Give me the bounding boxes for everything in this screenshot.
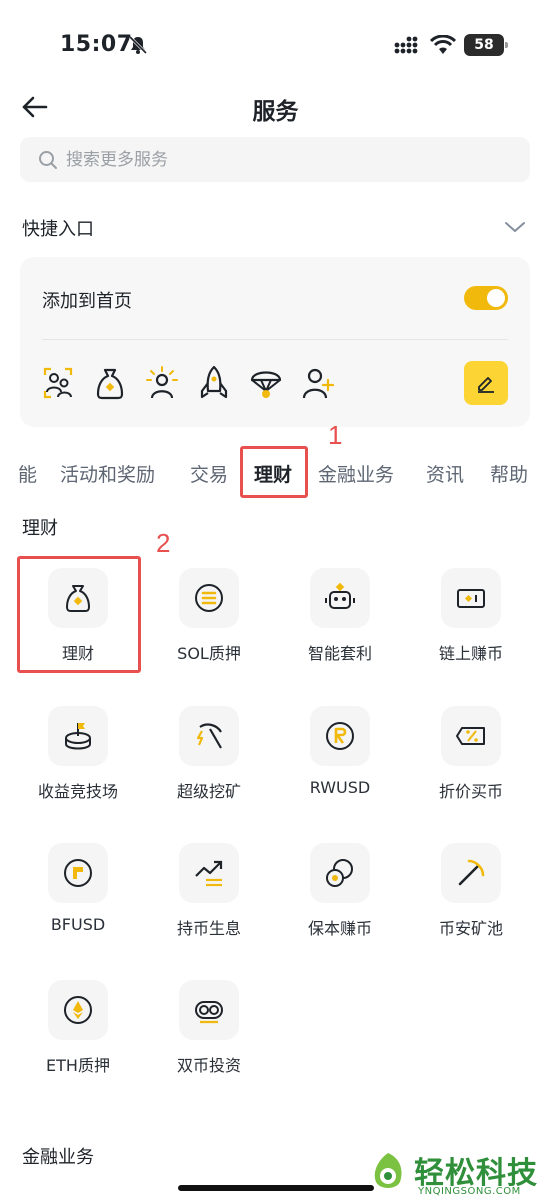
add-user-icon[interactable] <box>302 365 334 401</box>
dual-coin-icon <box>195 1001 223 1024</box>
service-eth-staking[interactable]: ETH质押 <box>13 980 143 1090</box>
status-time: 15:07 <box>60 32 133 57</box>
service-yield-arena[interactable]: 收益竞技场 <box>13 706 143 816</box>
annotation-box-1 <box>240 446 308 498</box>
service-label: 保本赚币 <box>307 919 372 938</box>
annotation-number-1: 1 <box>328 420 343 450</box>
service-discount-buy[interactable]: 折价买币 <box>406 706 536 816</box>
user-switch-icon[interactable] <box>42 365 74 401</box>
service-label: 链上赚币 <box>438 644 503 663</box>
home-indicator <box>178 1185 374 1191</box>
mining-pickaxe-icon <box>196 723 222 749</box>
add-to-home-label: 添加到首页 <box>42 291 132 312</box>
tab-financial-business[interactable]: 金融业务 <box>318 460 394 487</box>
sun-person-icon[interactable] <box>146 365 178 401</box>
tab-help[interactable]: 帮助 <box>490 460 528 487</box>
parachute-icon[interactable] <box>250 365 282 401</box>
annotation-box-2 <box>17 556 141 673</box>
section-title-finance: 理财 <box>22 518 58 539</box>
robot-icon <box>325 582 355 609</box>
signal-icon <box>394 36 418 54</box>
divider <box>42 339 508 340</box>
service-label: SOL质押 <box>177 644 241 663</box>
edit-button[interactable] <box>464 361 508 405</box>
status-bar: 15:07 58 <box>0 0 551 80</box>
onchain-icon <box>457 589 485 608</box>
rocket-icon[interactable] <box>198 365 230 401</box>
service-rwusd[interactable]: RWUSD <box>275 706 405 816</box>
tab-activities-rewards[interactable]: 活动和奖励 <box>60 460 155 487</box>
service-super-mining[interactable]: 超级挖矿 <box>144 706 274 816</box>
service-dual-investment[interactable]: 双币投资 <box>144 980 274 1090</box>
battery-level: 58 <box>474 37 494 53</box>
nav-bar: 服务 <box>0 84 551 130</box>
service-label: 超级挖矿 <box>176 782 241 801</box>
coins-icon <box>326 859 353 887</box>
service-label: ETH质押 <box>46 1056 110 1075</box>
annotation-number-2: 2 <box>156 528 171 558</box>
watermark: 轻松科技 YNQINGSONG.COM <box>366 1148 551 1200</box>
service-binance-pool[interactable]: 币安矿池 <box>406 843 536 953</box>
quick-icons-row <box>42 365 334 401</box>
search-bar[interactable] <box>20 137 530 182</box>
service-principal-protected[interactable]: 保本赚币 <box>275 843 405 953</box>
service-label: RWUSD <box>309 778 371 797</box>
search-input[interactable] <box>66 149 486 170</box>
watermark-subtitle: YNQINGSONG.COM <box>418 1186 521 1197</box>
pickaxe-icon <box>458 859 485 886</box>
arena-icon <box>65 723 91 750</box>
quick-entry-title: 快捷入口 <box>22 219 94 240</box>
service-bfusd[interactable]: BFUSD <box>13 843 143 953</box>
bfusd-icon <box>64 859 92 887</box>
service-label: 收益竞技场 <box>37 782 118 801</box>
tab-trade[interactable]: 交易 <box>190 460 228 487</box>
quick-entry-header[interactable]: 快捷入口 <box>22 215 530 243</box>
rwusd-icon <box>326 722 354 750</box>
page-title: 服务 <box>252 99 299 125</box>
add-to-home-toggle[interactable] <box>464 286 508 310</box>
service-label: 折价买币 <box>438 782 503 801</box>
service-onchain-earn[interactable]: 链上赚币 <box>406 568 536 678</box>
section-title-financial-business: 金融业务 <box>22 1147 94 1168</box>
search-icon <box>39 150 57 169</box>
bell-off-icon <box>128 35 148 55</box>
quick-entry-card: 添加到首页 <box>20 257 530 427</box>
service-label: BFUSD <box>50 915 106 934</box>
service-label: 持币生息 <box>176 919 241 938</box>
service-label: 币安矿池 <box>438 919 503 938</box>
service-label: 双币投资 <box>176 1056 241 1075</box>
growth-chart-icon <box>195 860 223 887</box>
chevron-down-icon[interactable] <box>504 219 526 235</box>
tab-function[interactable]: 能 <box>18 460 37 487</box>
service-sol-staking[interactable]: SOL质押 <box>144 568 274 678</box>
eth-icon <box>64 996 92 1024</box>
wifi-icon <box>430 35 456 54</box>
service-hold-earn[interactable]: 持币生息 <box>144 843 274 953</box>
service-smart-arbitrage[interactable]: 智能套利 <box>275 568 405 678</box>
discount-ticket-icon <box>456 727 485 745</box>
sol-icon <box>195 584 223 612</box>
finance-bag-icon[interactable] <box>94 365 126 401</box>
tab-news[interactable]: 资讯 <box>426 460 464 487</box>
service-label: 智能套利 <box>307 644 372 663</box>
pencil-icon <box>478 377 494 393</box>
battery-icon: 58 <box>464 34 508 56</box>
